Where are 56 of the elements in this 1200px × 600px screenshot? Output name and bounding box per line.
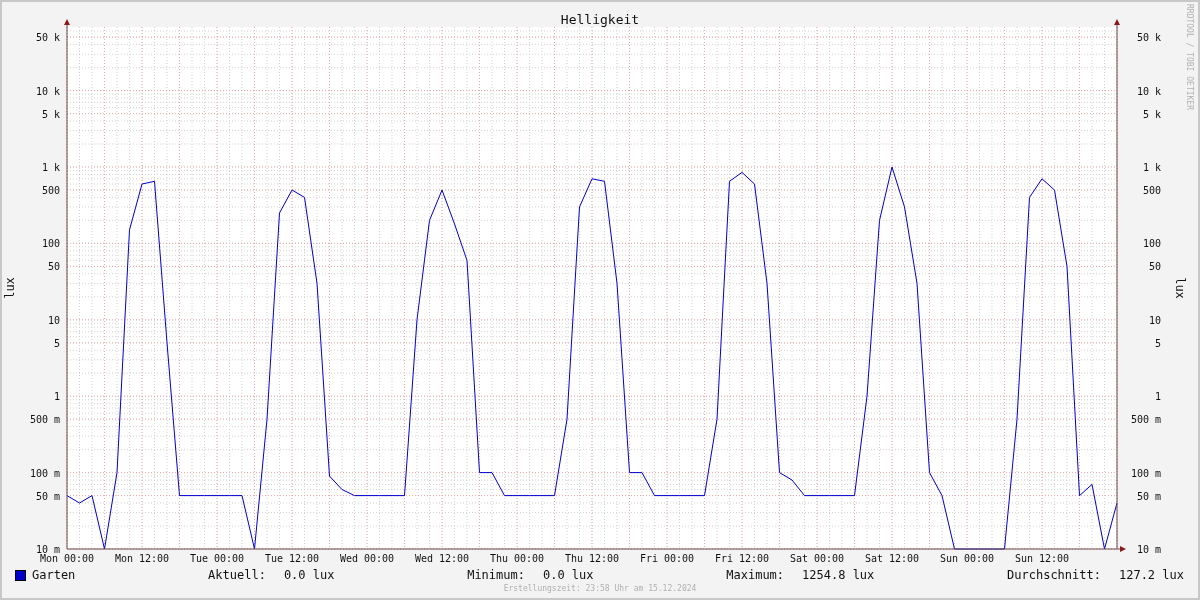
axis-tick-label: Sun 00:00 <box>939 553 995 564</box>
axis-tick-label: 50 k <box>1136 32 1161 44</box>
axis-tick-label: Thu 00:00 <box>489 553 545 564</box>
axis-tick-label: Tue 00:00 <box>189 553 245 564</box>
y-axis-label: lux <box>1173 277 1187 299</box>
axis-tick-label: 5 k <box>41 108 60 120</box>
axis-tick-label: Sat 12:00 <box>864 553 920 564</box>
axis-tick-label: 100 m <box>1130 467 1161 479</box>
stat-label: Minimum: <box>467 568 525 582</box>
stat-value: 0.0 lux <box>283 568 335 582</box>
stat-value: 0.0 lux <box>542 568 594 582</box>
stat-value: 1254.8 lux <box>802 568 875 582</box>
creation-timestamp: Erstellungszeit: 23:58 Uhr am 15.12.2024 <box>503 584 697 593</box>
axis-tick-label: 1 k <box>41 162 60 173</box>
axis-tick-label: Fri 00:00 <box>639 553 695 564</box>
axis-tick-label: 500 <box>1142 185 1161 196</box>
axis-tick-label: 50 k <box>35 32 60 44</box>
axis-tick-label: 1 k <box>1142 162 1161 173</box>
stat-label: Aktuell: <box>208 568 266 582</box>
chart-title: Helligkeit <box>560 12 640 27</box>
axis-tick-label: 100 <box>41 238 60 250</box>
axis-tick-label: 50 m <box>35 490 60 502</box>
axis-tick-label: Mon 00:00 <box>39 553 95 564</box>
axis-tick-label: 5 <box>53 337 60 349</box>
axis-tick-label: 10 k <box>35 85 60 97</box>
legend-label: Garten <box>32 568 76 582</box>
axis-tick-label: 50 <box>47 261 60 273</box>
axis-tick-label: 100 <box>1142 238 1161 250</box>
axis-tick-label: Thu 12:00 <box>564 553 620 564</box>
axis-tick-label: 5 k <box>1142 108 1161 120</box>
axis-tick-label: 50 <box>1148 261 1161 273</box>
stat-label: Durchschnitt: <box>1007 568 1101 582</box>
axis-tick-label: Tue 12:00 <box>264 553 320 564</box>
axis-tick-label: 10 m <box>1136 544 1161 555</box>
stat-value: 127.2 lux <box>1118 568 1184 582</box>
axis-tick-label: 1 <box>53 391 60 403</box>
axis-tick-label: 10 <box>1148 314 1161 326</box>
axis-tick-label: 500 m <box>1130 414 1161 426</box>
y-axis-label: lux <box>3 277 17 299</box>
axis-tick-label: 100 m <box>29 467 60 479</box>
axis-tick-label: 10 m <box>35 544 60 555</box>
axis-tick-label: 50 m <box>1136 490 1161 502</box>
axis-tick-label: Wed 12:00 <box>414 553 470 564</box>
axis-tick-label: 1 <box>1154 391 1161 403</box>
side-credit-text: RRDTOOL / TOBI OETIKER <box>1185 4 1194 110</box>
axis-tick-label: 5 <box>1154 337 1161 349</box>
axis-tick-label: Fri 12:00 <box>714 553 770 564</box>
axis-tick-label: 500 m <box>29 414 60 426</box>
axis-tick-label: Wed 00:00 <box>339 553 395 564</box>
stat-label: Maximum: <box>726 568 785 582</box>
axis-tick-label: 10 k <box>1136 85 1161 97</box>
axis-tick-label: Sat 00:00 <box>789 553 845 564</box>
axis-tick-label: Sun 12:00 <box>1014 553 1070 564</box>
axis-tick-label: 500 <box>41 185 60 196</box>
axis-tick-label: Mon 12:00 <box>114 553 170 564</box>
axis-tick-label: 10 <box>47 314 60 326</box>
